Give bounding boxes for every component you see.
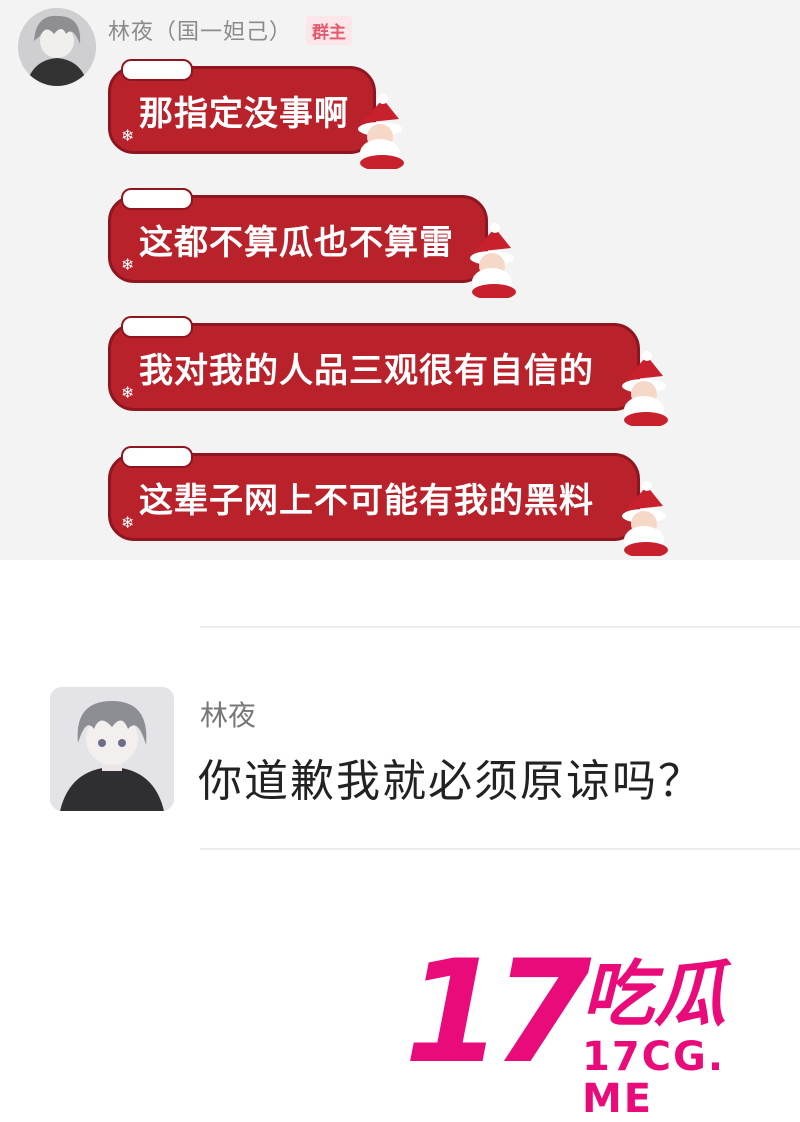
snowflake-icon: ❄ [121, 513, 136, 532]
watermark-number: 17 [404, 930, 592, 1095]
bubble-snow-decoration [121, 59, 193, 81]
message-bubble[interactable]: 这都不算瓜也不算雷 ❄ [108, 188, 516, 298]
message-text: 这都不算瓜也不算雷 [139, 222, 454, 263]
message-text: 那指定没事啊 [139, 93, 349, 134]
reply-username: 林夜 [200, 699, 257, 732]
snowflake-icon: ❄ [121, 255, 136, 274]
watermark-url: 17CG. ME [582, 1034, 726, 1122]
bubble-snow-decoration [121, 316, 193, 338]
bubble-snow-decoration [121, 446, 193, 468]
snowflake-icon: ❄ [121, 126, 136, 145]
santa-sticker-icon [622, 351, 668, 426]
message-text: 我对我的人品三观很有自信的 [139, 350, 594, 391]
snowflake-icon: ❄ [121, 383, 136, 402]
message-bubble[interactable]: 那指定没事啊 ❄ [108, 59, 404, 169]
watermark-chinese: 吃瓜 [582, 952, 727, 1036]
santa-sticker-icon [622, 481, 668, 556]
reply-avatar[interactable] [50, 687, 174, 811]
group-chat-panel: 林夜（国一妲己） 群主 那指定没事啊 ❄ 这都不算瓜也不算雷 ❄ 我对我的人品三… [0, 0, 800, 560]
bubble-snow-decoration [121, 188, 193, 210]
message-text: 这辈子网上不可能有我的黑料 [139, 480, 594, 521]
sender-avatar[interactable] [18, 8, 96, 86]
santa-sticker-icon [470, 223, 516, 298]
sender-header: 林夜（国一妲己） 群主 [108, 10, 353, 50]
message-bubble[interactable]: 我对我的人品三观很有自信的 ❄ [108, 316, 668, 426]
avatar-icon [18, 8, 96, 86]
avatar-icon [50, 687, 174, 811]
reply-comment-text: 你道歉我就必须原谅吗？ [198, 756, 704, 807]
sender-name: 林夜（国一妲己） [108, 20, 293, 45]
divider-line [200, 626, 800, 628]
santa-sticker-icon [358, 94, 404, 169]
message-bubble[interactable]: 这辈子网上不可能有我的黑料 ❄ [108, 446, 668, 556]
owner-badge: 群主 [306, 15, 353, 45]
divider-line [200, 848, 800, 850]
